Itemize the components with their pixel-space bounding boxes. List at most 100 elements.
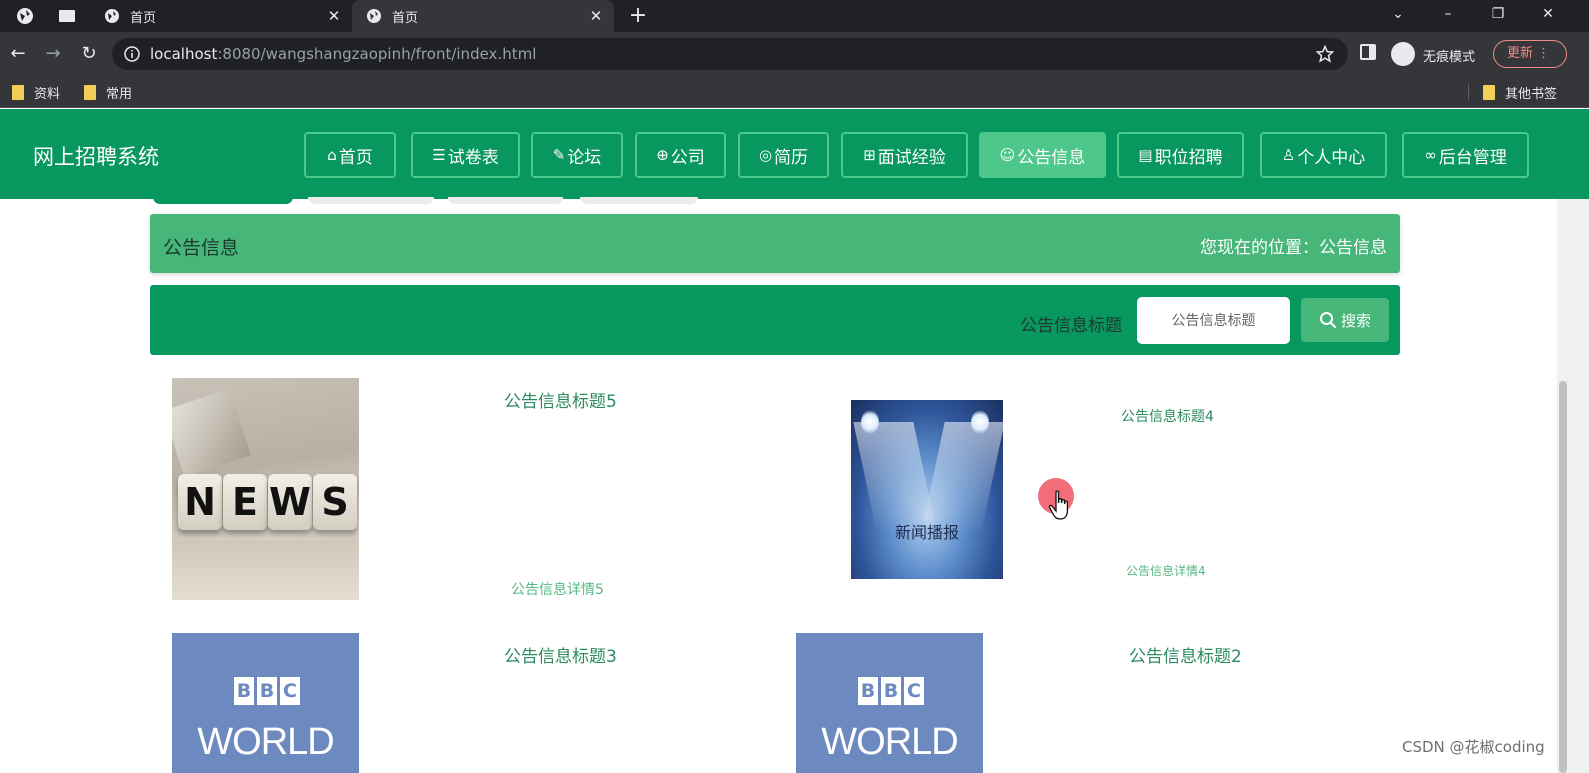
- nav-item-2[interactable]: ☰ 试卷表: [411, 132, 520, 178]
- scrollbar-thumb[interactable]: [1559, 381, 1567, 773]
- bookmark-star-icon[interactable]: [1316, 45, 1334, 63]
- notice-image-spotlight[interactable]: 新闻播报: [851, 400, 1003, 579]
- browser-tab-1[interactable]: 首页 ✕: [90, 0, 352, 32]
- nav-item-4[interactable]: ⊕ 公司: [635, 132, 726, 178]
- update-button[interactable]: 更新 ⋮: [1493, 40, 1567, 68]
- nav-item-7[interactable]: ☺ 公告信息: [979, 132, 1106, 178]
- nav-label: 公告信息: [1017, 147, 1086, 168]
- nav-item-5[interactable]: ◎ 简历: [738, 132, 829, 178]
- smile-icon: ☺: [999, 146, 1016, 164]
- site-header: 网上招聘系统 ⌂ 首页 ☰ 试卷表 ✎ 论坛 ⊕ 公司 ◎ 简历 ⊞ 面试经验 ☺ 公告信息 ▤ 职位招聘 ♙ 个…: [0, 109, 1589, 199]
- light-beam: [921, 422, 1003, 532]
- nav-label: 试卷表: [447, 147, 499, 168]
- bbc-letter: B: [858, 677, 878, 705]
- notice-detail-link[interactable]: 公告信息详情5: [511, 579, 604, 599]
- chrome-globe-icon[interactable]: [16, 7, 34, 25]
- palette-icon: ◎: [758, 146, 773, 164]
- bbc-letter: B: [257, 677, 277, 705]
- edit-icon: ✎: [552, 146, 566, 164]
- incognito-icon[interactable]: [1391, 42, 1415, 66]
- tab-search-icon[interactable]: [58, 7, 76, 25]
- notice-image-news[interactable]: N E W S: [172, 378, 359, 600]
- back-icon[interactable]: ←: [6, 42, 30, 66]
- document-icon: ▤: [1138, 146, 1153, 164]
- bookmark-folder-ziliao[interactable]: 资料: [12, 82, 60, 102]
- search-button-label: 搜索: [1340, 311, 1371, 330]
- nav-label: 公司: [670, 147, 705, 168]
- bookmark-label: 其他书签: [1505, 86, 1558, 102]
- scrolled-element: [580, 197, 698, 204]
- folder-icon: [12, 84, 24, 100]
- search-label: 公告信息标题: [1020, 316, 1122, 336]
- close-icon[interactable]: ✕: [588, 8, 604, 24]
- nav-item-6[interactable]: ⊞ 面试经验: [841, 132, 968, 178]
- watermark: CSDN @花椒coding: [1402, 738, 1545, 756]
- folder-icon: [1483, 84, 1495, 100]
- search-input[interactable]: [1137, 297, 1290, 344]
- update-label: 更新: [1507, 46, 1534, 61]
- scrolled-element: [448, 197, 563, 204]
- spotlight-lamp: [861, 410, 879, 434]
- side-panel-icon[interactable]: [1360, 44, 1376, 60]
- news-die: W: [268, 474, 312, 530]
- nav-item-1[interactable]: ⌂ 首页: [304, 132, 396, 178]
- site-info-icon[interactable]: [124, 46, 140, 62]
- globe-icon: ⊕: [656, 146, 669, 164]
- bbc-world-text: WORLD: [821, 721, 958, 763]
- search-icon: [1319, 312, 1337, 329]
- notice-title[interactable]: 公告信息标题2: [1129, 642, 1242, 667]
- bookmark-folder-changyong[interactable]: 常用: [84, 82, 132, 102]
- scrolled-element: [308, 197, 434, 204]
- notice-title[interactable]: 公告信息标题5: [504, 387, 617, 412]
- bookmark-label: 资料: [34, 86, 61, 102]
- address-bar[interactable]: localhost:8080/wangshangzaopinh/front/in…: [112, 38, 1348, 70]
- bbc-logo: B B C: [234, 677, 300, 705]
- nav-label: 论坛: [567, 147, 602, 168]
- nav-item-9[interactable]: ♙ 个人中心: [1260, 132, 1387, 178]
- nav-item-10[interactable]: ∞ 后台管理: [1402, 132, 1529, 178]
- search-button[interactable]: 搜索: [1301, 298, 1389, 342]
- image-caption: 新闻播报: [894, 523, 959, 542]
- notice-image-bbc[interactable]: B B C WORLD: [796, 633, 983, 773]
- new-tab-icon[interactable]: +: [628, 5, 648, 27]
- bookmark-label: 常用: [106, 86, 133, 102]
- reload-icon[interactable]: ↻: [77, 42, 101, 66]
- notice-detail-link[interactable]: 公告信息详情4: [1126, 562, 1206, 579]
- browser-tab-2[interactable]: 首页 ✕: [352, 0, 614, 32]
- nav-label: 面试经验: [877, 147, 946, 168]
- spotlight-lamp: [971, 410, 989, 434]
- url-path: :8080/wangshangzaopinh/front/index.html: [217, 45, 537, 63]
- search-panel: 公告信息标题 搜索: [150, 285, 1400, 355]
- restore-icon[interactable]: ❐: [1486, 4, 1510, 24]
- close-icon[interactable]: ✕: [326, 8, 342, 24]
- bbc-world-text: WORLD: [197, 721, 334, 763]
- url-text[interactable]: localhost:8080/wangshangzaopinh/front/in…: [150, 45, 536, 63]
- home-icon: ⌂: [327, 146, 337, 164]
- link-icon: ∞: [1424, 146, 1437, 164]
- notice-image-bbc[interactable]: B B C WORLD: [172, 633, 359, 773]
- breadcrumb: 公告信息 您现在的位置：公告信息: [150, 214, 1400, 273]
- bookmarks-bar: 资料 常用 其他书签: [0, 76, 1589, 108]
- minimize-icon[interactable]: –: [1436, 4, 1460, 24]
- image-floor: [172, 540, 359, 600]
- nav-item-8[interactable]: ▤ 职位招聘: [1117, 132, 1244, 178]
- incognito-label: 无痕模式: [1423, 50, 1476, 65]
- window-close-icon[interactable]: ✕: [1536, 4, 1560, 24]
- tab-globe-icon: [105, 9, 119, 23]
- forward-icon[interactable]: →: [41, 42, 65, 66]
- tab-title: 首页: [392, 10, 419, 26]
- nav-label: 后台管理: [1438, 147, 1507, 168]
- list-icon: ☰: [432, 146, 446, 164]
- more-icon: ⋮: [1537, 46, 1551, 61]
- tab-globe-icon: [367, 9, 381, 23]
- bbc-letter: C: [904, 677, 924, 705]
- notice-title[interactable]: 公告信息标题4: [1121, 406, 1214, 426]
- newspaper-shape: [172, 388, 252, 478]
- nav-item-3[interactable]: ✎ 论坛: [531, 132, 623, 178]
- tab-list-chevron-icon[interactable]: ⌄: [1386, 4, 1410, 24]
- notice-title[interactable]: 公告信息标题3: [504, 642, 617, 667]
- news-die: N: [178, 474, 222, 530]
- other-bookmarks[interactable]: 其他书签: [1483, 82, 1557, 102]
- scrolled-element: [153, 197, 293, 204]
- folder-icon: [84, 84, 96, 100]
